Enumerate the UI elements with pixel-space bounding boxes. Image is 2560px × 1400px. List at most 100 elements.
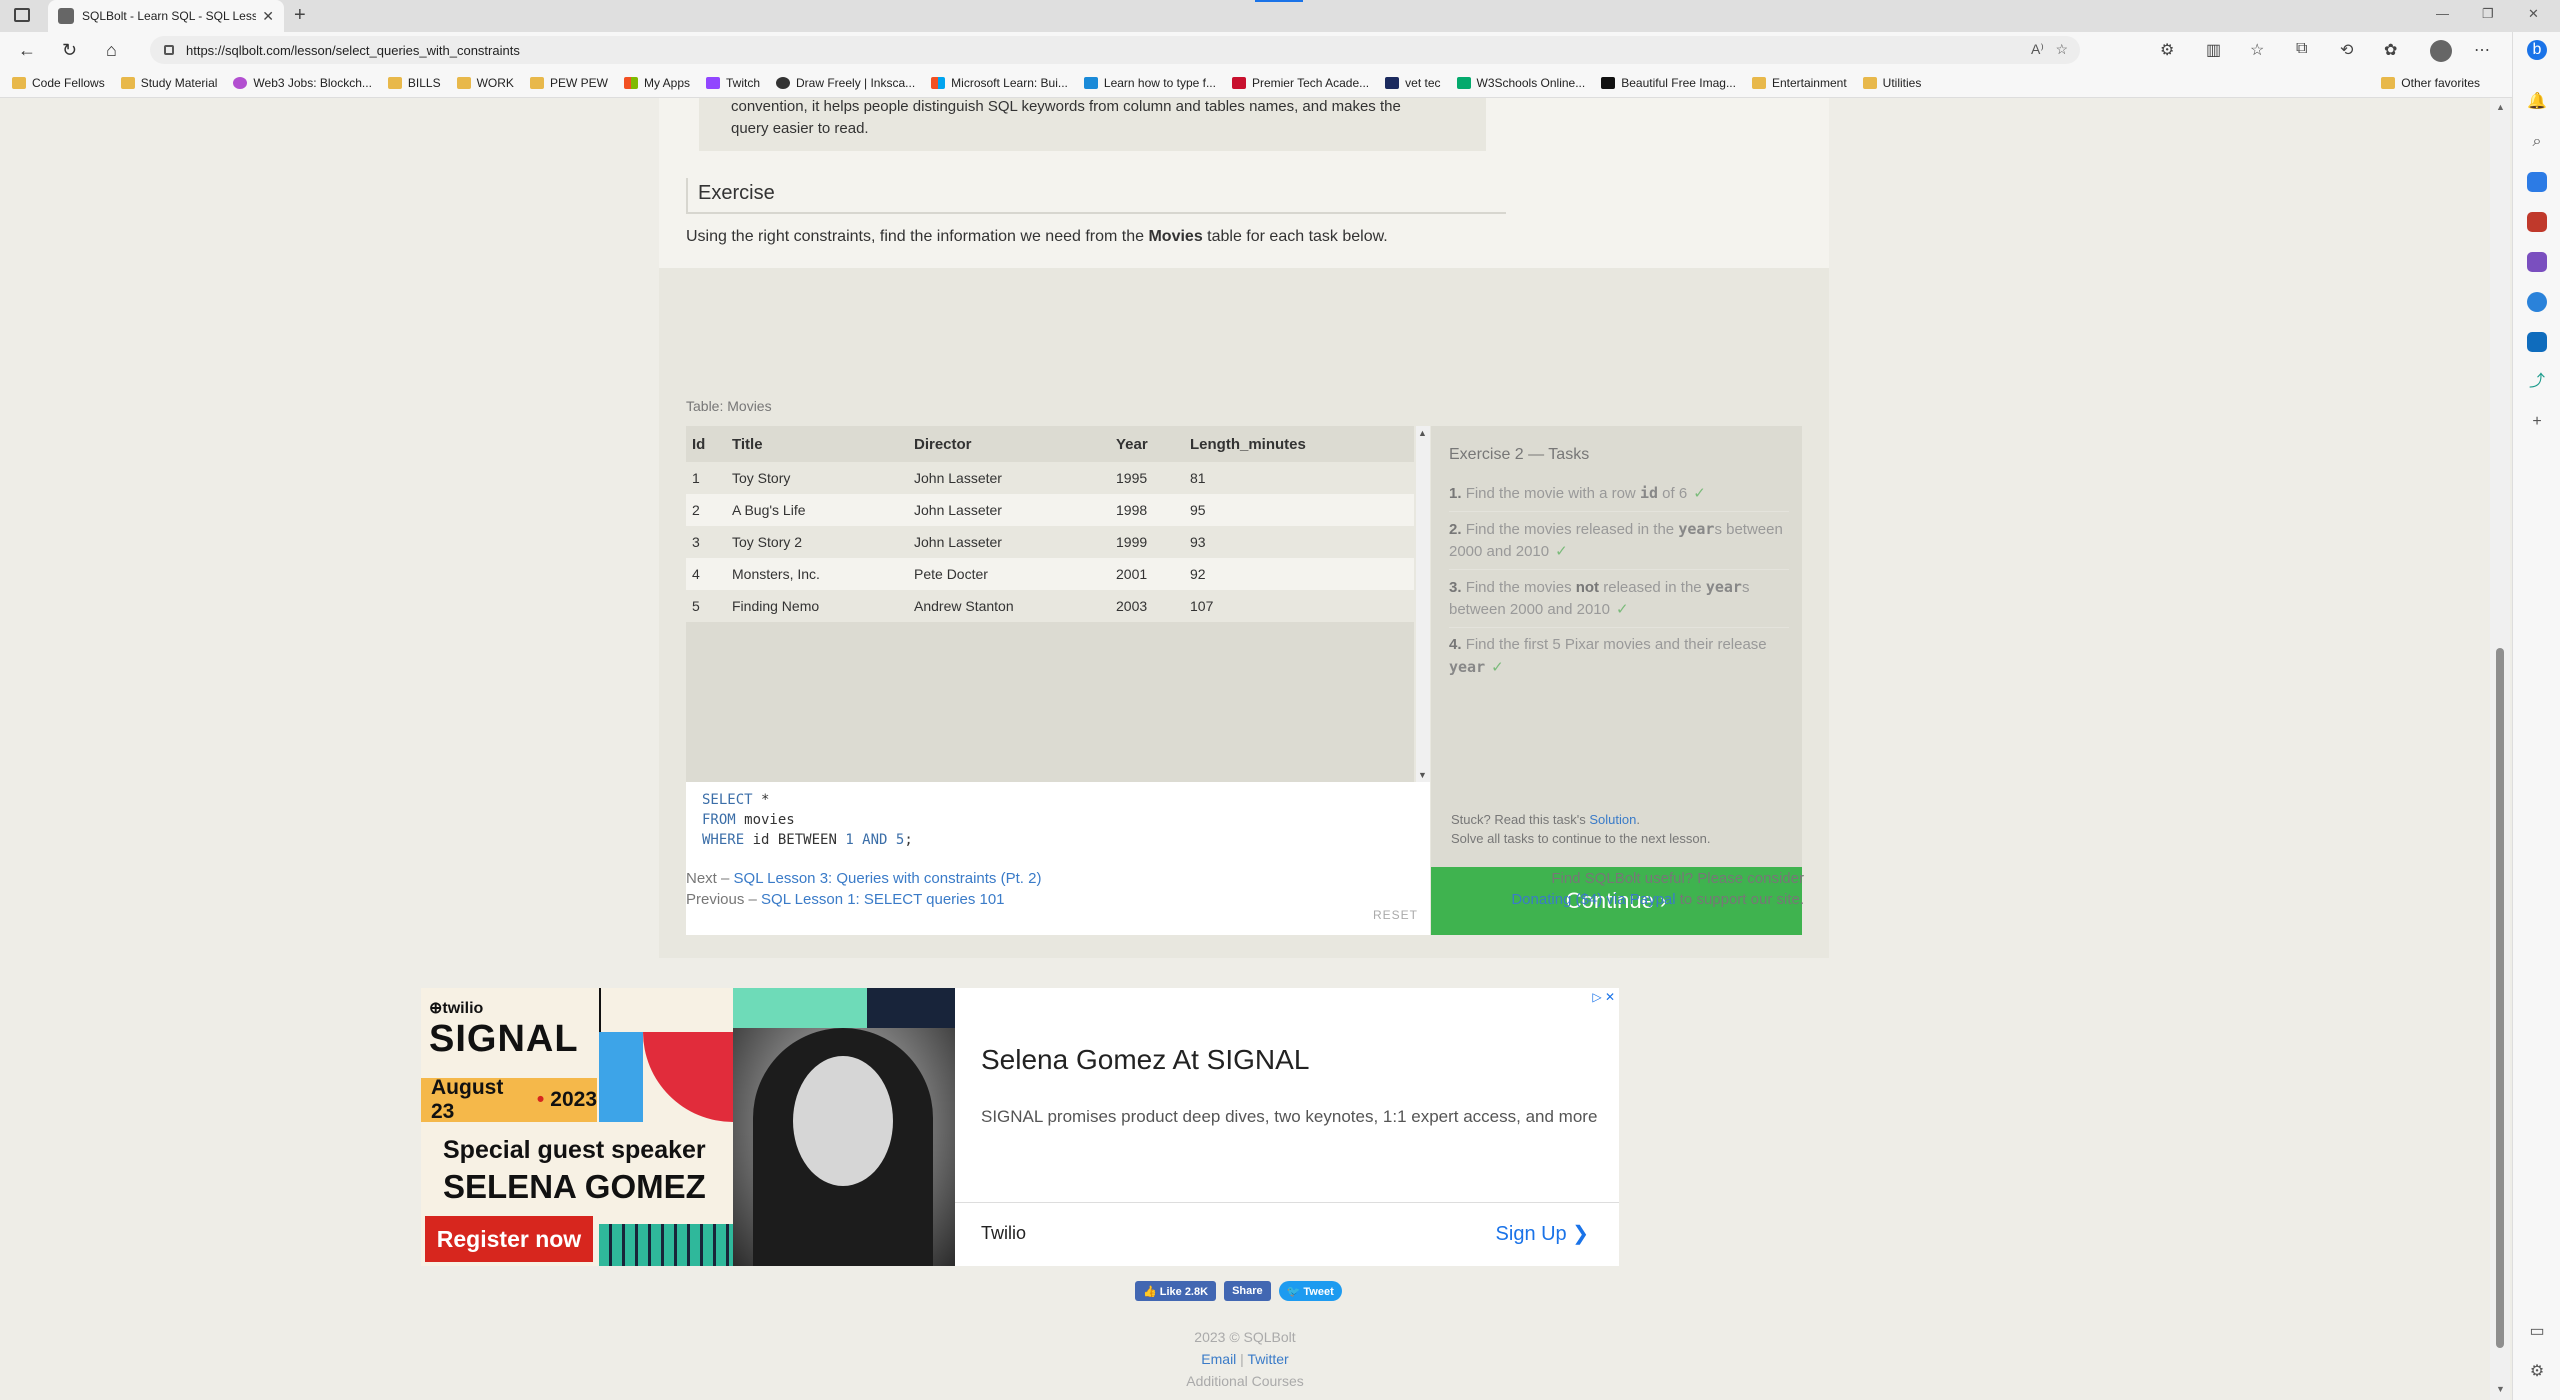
outlook-icon[interactable] [2527, 332, 2547, 352]
microsoft-365-icon[interactable] [2527, 292, 2547, 312]
collections-icon[interactable]: ⧉ [2296, 40, 2307, 58]
additional-courses[interactable]: Additional Courses [1130, 1370, 1360, 1392]
bookmark-item[interactable]: WORK [456, 76, 514, 90]
drop-icon[interactable]: ⤴ [2527, 372, 2547, 392]
new-tab-icon[interactable]: + [294, 4, 306, 27]
bookmark-item[interactable]: Microsoft Learn: Bui... [931, 76, 1068, 90]
bookmark-item[interactable]: Draw Freely | Inksca... [776, 76, 915, 90]
donate-link[interactable]: Donating ($4) via Paypal [1511, 891, 1675, 908]
home-icon[interactable]: ⌂ [106, 40, 117, 61]
facebook-like-button[interactable]: 👍 Like 2.8K [1135, 1281, 1217, 1301]
donate-section: Find SQLBolt useful? Please consider Don… [1511, 868, 1804, 910]
ad-choices-icon[interactable]: ▷ ✕ [1592, 990, 1615, 1004]
close-window-icon[interactable]: ✕ [2528, 6, 2539, 22]
stuck-line: Stuck? Read this task's Solution. [1451, 810, 1710, 829]
close-tab-icon[interactable]: ✕ [262, 8, 274, 25]
sql-editor[interactable]: SELECT * FROM movies WHERE id BETWEEN 1 … [686, 782, 1430, 935]
page-scrollbar[interactable]: ▲ ▼ [2490, 98, 2510, 1400]
email-link[interactable]: Email [1201, 1351, 1236, 1367]
profile-avatar[interactable] [2430, 40, 2452, 62]
scrollbar-thumb[interactable] [2496, 648, 2504, 1348]
extensions-icon[interactable]: ⚙ [2160, 40, 2174, 60]
tweet-button[interactable]: 🐦 Tweet [1278, 1281, 1342, 1301]
task-number: 1. [1449, 485, 1462, 502]
column-header: Length_minutes [1184, 426, 1414, 462]
reset-button[interactable]: RESET [1373, 905, 1418, 925]
stuck-text: . [1636, 812, 1640, 827]
hide-sidebar-icon[interactable]: ▭ [2527, 1322, 2547, 1342]
bookmark-item[interactable]: Premier Tech Acade... [1231, 76, 1369, 90]
table-row: 4 Monsters, Inc. Pete Docter 2001 92 [686, 558, 1414, 590]
sql-text: movies [735, 812, 795, 828]
tasks-heading: Exercise 2 — Tasks [1449, 446, 1590, 463]
table-scroll-down-icon[interactable]: ▼ [1418, 770, 1427, 780]
previous-lesson-link[interactable]: SQL Lesson 1: SELECT queries 101 [761, 891, 1004, 908]
bing-chat-icon[interactable]: b [2527, 40, 2547, 60]
lock-icon[interactable] [164, 45, 174, 55]
bookmark-item[interactable]: Utilities [1862, 76, 1921, 90]
code-line: WHERE id BETWEEN 1 AND 5; [702, 830, 1414, 850]
table-scrollbar[interactable]: ▲ ▼ [1416, 426, 1430, 782]
more-menu-icon[interactable]: ⋯ [2474, 40, 2490, 60]
bookmark-item[interactable]: BILLS [387, 76, 441, 90]
scroll-down-icon[interactable]: ▼ [2496, 1384, 2505, 1394]
bookmark-item[interactable]: Web3 Jobs: Blockch... [233, 76, 372, 90]
add-sidebar-app-icon[interactable]: + [2527, 412, 2547, 432]
games-icon[interactable] [2527, 252, 2547, 272]
lesson-navigation: Next – SQL Lesson 3: Queries with constr… [686, 868, 1041, 910]
history-icon[interactable]: ⟲ [2340, 40, 2353, 60]
bookmark-item[interactable]: PEW PEW [529, 76, 608, 90]
solution-link[interactable]: Solution [1589, 812, 1636, 827]
bookmark-item[interactable]: Entertainment [1751, 76, 1847, 90]
favorites-icon[interactable]: ☆ [2250, 40, 2264, 60]
bookmark-item[interactable]: vet tec [1385, 76, 1441, 90]
ad-artwork[interactable]: ⊕twilio SIGNAL August 23 • 2023 Special gu… [421, 988, 955, 1266]
stuck-hint: Stuck? Read this task's Solution. Solve … [1451, 810, 1710, 848]
sign-up-button[interactable]: Sign Up ❯ [1496, 1221, 1589, 1246]
next-lesson-link[interactable]: SQL Lesson 3: Queries with constraints (… [734, 870, 1042, 887]
search-icon[interactable]: ⌕ [2527, 132, 2547, 152]
sql-keyword: SELECT [702, 792, 753, 808]
register-now-button[interactable]: Register now [425, 1216, 593, 1262]
inkscape-icon [776, 76, 791, 89]
url-field[interactable]: https://sqlbolt.com/lesson/select_querie… [150, 36, 2080, 64]
tools-icon[interactable] [2527, 212, 2547, 232]
table-cell: 2001 [1110, 558, 1184, 590]
event-date: August 23 • 2023 [421, 1076, 597, 1123]
bookmark-item[interactable]: Twitch [706, 76, 760, 90]
ad-copy[interactable]: ▷ ✕ Selena Gomez At SIGNAL SIGNAL promis… [955, 988, 1619, 1266]
split-screen-icon[interactable]: ▥ [2206, 40, 2221, 60]
minimize-icon[interactable]: — [2436, 6, 2449, 21]
facebook-share-button[interactable]: Share [1224, 1281, 1271, 1301]
twilio-logo: ⊕twilio [429, 1000, 484, 1017]
twitter-link[interactable]: Twitter [1247, 1351, 1288, 1367]
premier-tech-icon [1231, 76, 1246, 89]
address-toolbar: ← ↻ ⌂ https://sqlbolt.com/lesson/select_… [0, 32, 2560, 68]
bookmark-item[interactable]: My Apps [623, 76, 690, 90]
shopping-tag-icon[interactable] [2527, 172, 2547, 192]
table-scroll-up-icon[interactable]: ▲ [1418, 428, 1427, 438]
advertisement[interactable]: ⊕twilio SIGNAL August 23 • 2023 Special gu… [421, 988, 1619, 1266]
bookmark-item[interactable]: Study Material [120, 76, 217, 90]
bookmark-item[interactable]: Learn how to type f... [1083, 76, 1216, 90]
ad-headline[interactable]: Selena Gomez At SIGNAL [981, 1044, 1309, 1076]
extension-puzzle-icon[interactable]: ✿ [2384, 40, 2397, 60]
bell-icon[interactable]: 🔔 [2527, 92, 2547, 112]
donate-text: to support our site. [1675, 891, 1804, 908]
browser-tab[interactable]: SQLBolt - Learn SQL - SQL Lesso ✕ [48, 0, 284, 32]
scroll-up-icon[interactable]: ▲ [2496, 102, 2505, 112]
bookmark-item[interactable]: Code Fellows [12, 76, 105, 90]
task-code: id [1639, 484, 1658, 502]
bookmark-item[interactable]: Beautiful Free Imag... [1601, 76, 1736, 90]
table-cell: A Bug's Life [726, 494, 908, 526]
photo-face [793, 1056, 893, 1186]
restore-icon[interactable]: ❐ [2482, 6, 2494, 22]
read-aloud-and-favorite-icons[interactable]: A⁾ ☆ [2031, 41, 2068, 58]
tab-actions-icon[interactable] [14, 8, 30, 22]
refresh-icon[interactable]: ↻ [62, 40, 77, 61]
back-icon[interactable]: ← [18, 40, 36, 61]
sidebar-settings-icon[interactable]: ⚙ [2527, 1362, 2547, 1382]
ad-decor [599, 1224, 733, 1266]
bookmark-item[interactable]: W3Schools Online... [1456, 76, 1585, 90]
other-favorites[interactable]: Other favorites [2381, 76, 2480, 90]
